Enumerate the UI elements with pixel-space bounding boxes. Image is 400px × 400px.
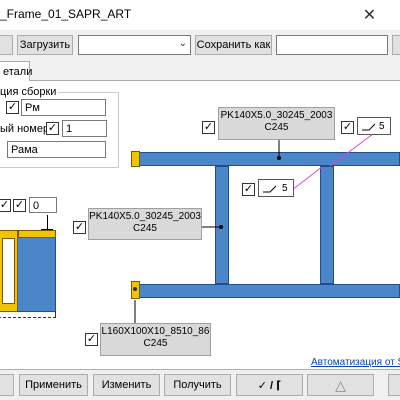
load-button[interactable]: Загрузить xyxy=(17,35,73,55)
left-offset-checkbox[interactable]: ✓ xyxy=(13,199,26,212)
profile-bottom-label[interactable]: L160X100X10_8510_86 C245 xyxy=(100,323,211,356)
dimension-line xyxy=(47,215,48,229)
frame-top-beam xyxy=(138,152,400,166)
change-button[interactable]: Изменить xyxy=(93,374,160,396)
profile-top-checkbox[interactable]: ✓ xyxy=(202,121,215,134)
assembly-group-title: ция сборки xyxy=(0,86,59,98)
profile-mid-line1: PK140X5.0_30245_2003 xyxy=(89,211,201,222)
toggle-checks-button[interactable]: ✓ / ⌈ xyxy=(236,374,303,396)
weld-top-symbol[interactable]: 5 xyxy=(357,117,391,135)
preset-combo[interactable]: ⌄ xyxy=(78,35,191,55)
frame-post-right xyxy=(320,166,334,284)
number-checkbox[interactable]: ✓ xyxy=(46,122,59,135)
profile-bottom-line2: C245 xyxy=(143,338,168,349)
weld-top-checkbox[interactable]: ✓ xyxy=(341,121,354,134)
profile-top-label[interactable]: PK140X5.0_30245_2003 C245 xyxy=(218,107,335,140)
weld-top-size: 5 xyxy=(379,120,385,132)
prefix-checkbox[interactable]: ✓ xyxy=(6,101,19,114)
end-offset-checkbox[interactable]: ✓ xyxy=(0,199,11,212)
section-web-hollow xyxy=(2,238,15,304)
tab-details[interactable]: етали xyxy=(0,61,33,81)
profile-top-line1: PK140X5.0_30245_2003 xyxy=(220,110,333,121)
frame-post-left xyxy=(215,166,229,284)
profile-mid-label[interactable]: PK140X5.0_30245_2003 C245 xyxy=(88,208,202,240)
left-offset-field[interactable]: 0 xyxy=(29,197,57,213)
warning-triangle-icon[interactable]: △ xyxy=(307,374,374,396)
get-button[interactable]: Получить xyxy=(164,374,231,396)
section-flange-top xyxy=(18,230,56,238)
chevron-down-icon: ⌄ xyxy=(178,38,187,49)
profile-mid-line2: C245 xyxy=(133,223,157,234)
section-bottom-edge xyxy=(0,312,56,318)
weld-mid-size: 5 xyxy=(282,182,288,194)
automation-link[interactable]: Автоматизация от SAP xyxy=(311,357,400,368)
name-field[interactable]: Рама xyxy=(7,141,106,158)
weld-icon xyxy=(361,121,377,131)
window-title: _Frame_01_SAPR_ART xyxy=(0,7,132,21)
toolbar-right-button[interactable] xyxy=(392,35,400,55)
save-as-name-field[interactable] xyxy=(276,35,388,55)
tab-details-label: етали xyxy=(3,65,33,78)
prefix-field[interactable]: Рм xyxy=(21,99,106,116)
weld-icon xyxy=(262,183,278,193)
profile-top-line2: C245 xyxy=(264,122,289,133)
save-as-button[interactable]: Сохранить как xyxy=(195,35,272,55)
profile-bottom-checkbox[interactable]: ✓ xyxy=(85,333,98,346)
profile-bottom-line1: L160X100X10_8510_86 xyxy=(101,326,210,337)
number-label: ый номер: xyxy=(0,123,53,135)
number-field[interactable]: 1 xyxy=(62,120,107,137)
bottom-right-button[interactable] xyxy=(388,374,400,396)
profile-mid-checkbox[interactable]: ✓ xyxy=(73,221,86,234)
bottom-endcap-hole xyxy=(133,287,137,291)
frame-top-endcap xyxy=(131,151,140,167)
weld-mid-checkbox[interactable]: ✓ xyxy=(242,183,255,196)
toolbar-left-button[interactable] xyxy=(0,35,13,55)
bottom-left-button[interactable] xyxy=(0,374,14,396)
weld-mid-symbol[interactable]: 5 xyxy=(258,179,294,197)
apply-button[interactable]: Применить xyxy=(19,374,88,396)
frame-bottom-beam xyxy=(138,284,400,298)
close-icon[interactable]: ✕ xyxy=(339,0,400,30)
